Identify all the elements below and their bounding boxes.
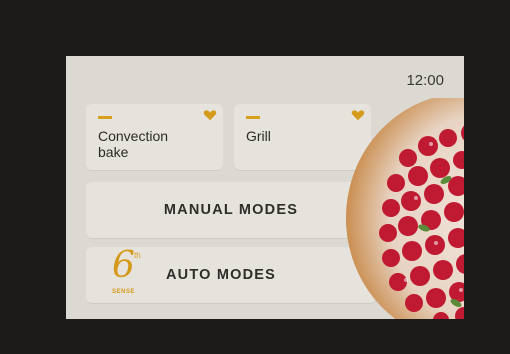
sixth-sense-superscript: th <box>134 251 141 260</box>
sixth-sense-word: SENSE <box>112 289 135 295</box>
manual-modes-label: MANUAL MODES <box>163 202 299 218</box>
accent-dash <box>98 116 112 119</box>
oven-display: 12:00 Convection bake Grill MANUAL MODES… <box>66 56 464 319</box>
favorite-label: Convection bake <box>98 128 169 160</box>
raspberry-tart-image <box>346 98 464 319</box>
auto-modes-label: AUTO MODES <box>165 267 277 283</box>
auto-modes-button[interactable]: 6 th SENSE AUTO MODES <box>86 245 376 303</box>
oven-bezel: 12:00 Convection bake Grill MANUAL MODES… <box>0 0 510 354</box>
accent-dash <box>246 116 260 119</box>
manual-modes-button[interactable]: MANUAL MODES <box>86 182 376 238</box>
heart-icon[interactable] <box>203 108 217 122</box>
favorite-convection-bake-button[interactable]: Convection bake <box>86 104 223 170</box>
clock: 12:00 <box>406 72 444 89</box>
favorite-label: Grill <box>246 128 271 144</box>
